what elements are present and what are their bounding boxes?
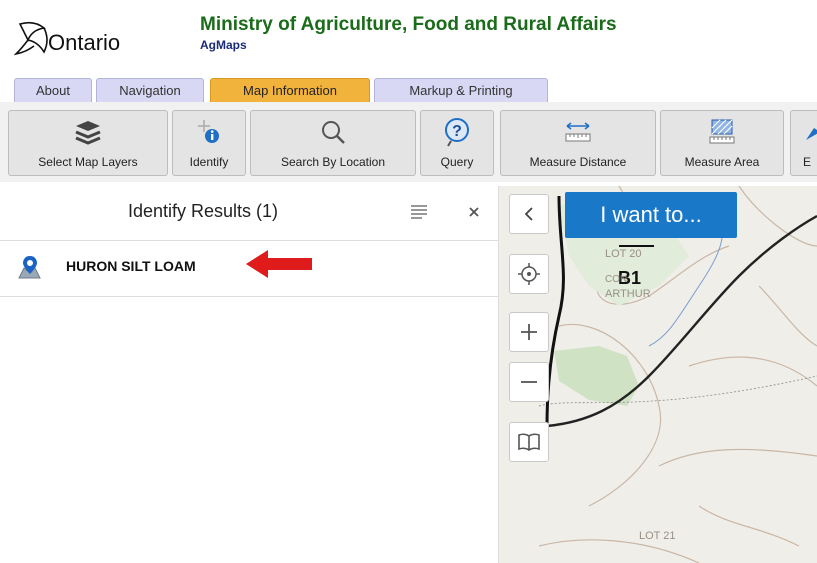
map-label-arthur: ARTHUR bbox=[605, 288, 651, 300]
map-canvas[interactable]: I want to... LOT 20 B1 CON ARTHUR LOT 21 bbox=[499, 186, 817, 563]
panel-header: Identify Results (1) bbox=[0, 186, 498, 241]
query-button[interactable]: ? Query bbox=[420, 110, 494, 176]
header: Ontario Ministry of Agriculture, Food an… bbox=[0, 0, 817, 72]
layers-icon bbox=[75, 121, 101, 145]
identify-results-panel: Identify Results (1) HURON SILT LOAM bbox=[0, 186, 499, 563]
tab-about[interactable]: About bbox=[14, 78, 92, 102]
chevron-left-icon bbox=[524, 207, 533, 221]
plus-icon bbox=[521, 324, 537, 340]
query-icon: ? bbox=[445, 118, 469, 147]
bookmarks-button[interactable] bbox=[509, 422, 549, 462]
map-pin-icon bbox=[18, 256, 41, 279]
ruler-icon bbox=[565, 122, 591, 142]
measure-distance-button[interactable]: Measure Distance bbox=[500, 110, 656, 176]
logo-text: Ontario bbox=[48, 30, 121, 55]
zoom-out-button[interactable] bbox=[509, 362, 549, 402]
ribbon-tabs: About Navigation Map Information Markup … bbox=[0, 72, 817, 103]
identify-icon bbox=[198, 120, 219, 143]
measure-distance-label: Measure Distance bbox=[529, 155, 627, 169]
locate-button[interactable] bbox=[509, 254, 549, 294]
zoom-in-button[interactable] bbox=[509, 312, 549, 352]
toolbar: Select Map Layers Identify Search By Loc… bbox=[0, 102, 817, 182]
partial-tool-label: E bbox=[803, 155, 812, 169]
list-icon[interactable] bbox=[410, 204, 428, 220]
panel-title: Identify Results (1) bbox=[128, 201, 279, 221]
ontario-logo[interactable]: Ontario bbox=[14, 18, 174, 62]
partial-tool-icon bbox=[806, 128, 817, 140]
locate-icon bbox=[518, 263, 540, 285]
app-name: AgMaps bbox=[200, 38, 247, 52]
i-want-to-button[interactable]: I want to... bbox=[565, 192, 737, 238]
close-icon[interactable] bbox=[468, 206, 480, 218]
select-map-layers-button[interactable]: Select Map Layers bbox=[8, 110, 168, 176]
measure-area-label: Measure Area bbox=[684, 155, 760, 169]
map-label-lot21: LOT 21 bbox=[639, 530, 676, 542]
result-label: HURON SILT LOAM bbox=[66, 258, 196, 274]
collapse-panel-button[interactable] bbox=[509, 194, 549, 234]
tab-map-information[interactable]: Map Information bbox=[210, 78, 370, 102]
query-label: Query bbox=[440, 155, 474, 169]
ministry-title: Ministry of Agriculture, Food and Rural … bbox=[200, 14, 617, 35]
search-by-location-label: Search By Location bbox=[280, 155, 386, 169]
identify-button[interactable]: Identify bbox=[172, 110, 246, 176]
map-label-lot20: LOT 20 bbox=[605, 248, 642, 260]
toolbar-more-button[interactable]: E bbox=[790, 110, 817, 176]
measure-area-button[interactable]: Measure Area bbox=[660, 110, 784, 176]
map-label-con: CON bbox=[605, 274, 628, 285]
search-icon bbox=[322, 121, 345, 144]
tab-markup-printing[interactable]: Markup & Printing bbox=[374, 78, 548, 102]
book-icon bbox=[518, 433, 540, 451]
search-by-location-button[interactable]: Search By Location bbox=[250, 110, 416, 176]
select-map-layers-label: Select Map Layers bbox=[38, 155, 138, 169]
tab-navigation[interactable]: Navigation bbox=[96, 78, 204, 102]
svg-text:?: ? bbox=[452, 123, 462, 140]
area-icon bbox=[709, 119, 735, 144]
red-arrow-icon bbox=[246, 250, 312, 278]
result-item[interactable]: HURON SILT LOAM bbox=[0, 240, 498, 297]
minus-icon bbox=[521, 381, 537, 383]
identify-label: Identify bbox=[189, 155, 229, 169]
